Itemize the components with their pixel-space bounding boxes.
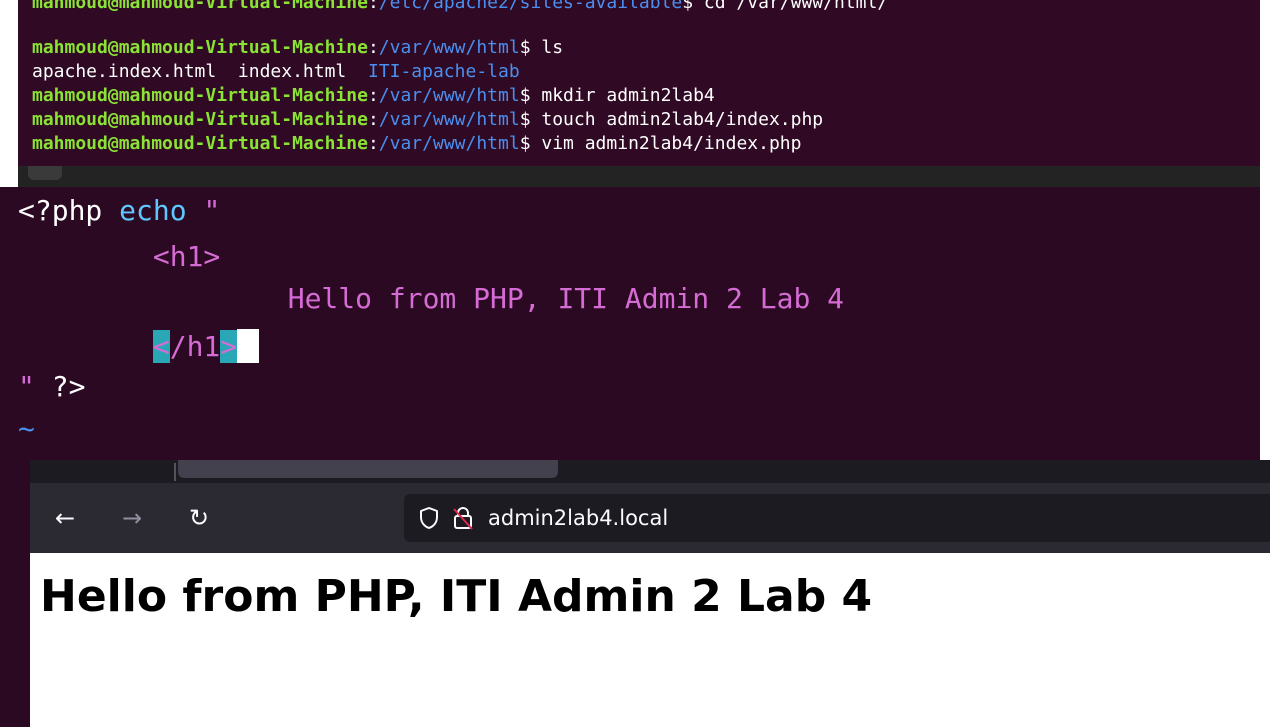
string-quote: ": [18, 370, 35, 403]
back-arrow-icon: ←: [54, 504, 76, 532]
php-echo-keyword: echo: [119, 194, 187, 227]
reload-button[interactable]: ↻: [184, 503, 214, 533]
prompt-user: mahmoud@mahmoud-Virtual-Machine: [32, 37, 368, 58]
vim-line-2: <h1>: [18, 235, 220, 279]
tab-separator: [174, 463, 176, 481]
string-quote: ": [186, 194, 221, 227]
background-glyph: [2, 626, 10, 648]
command-text: vim admin2lab4/index.php: [541, 133, 802, 154]
vim-line-6: ~: [18, 407, 35, 451]
prompt-dollar: $: [519, 109, 542, 130]
page-content: Hello from PHP, ITI Admin 2 Lab 4: [30, 553, 1270, 727]
command-text: mkdir admin2lab4: [541, 85, 715, 106]
prompt-dollar: $: [519, 85, 542, 106]
browser-window: ← → ↻ admin2lab4.local Hello from PHP, I…: [30, 460, 1270, 727]
prompt-path: /var/www/html: [378, 85, 520, 106]
h1-close-tag: /h1: [169, 330, 221, 363]
vim-line-3: Hello from PHP, ITI Admin 2 Lab 4: [18, 277, 844, 321]
shield-icon[interactable]: [418, 506, 440, 534]
prompt-colon: :: [367, 0, 379, 13]
window-title-strip: [18, 166, 1260, 187]
vim-line-4: </h1>: [18, 325, 260, 369]
prompt-dollar: $: [682, 0, 704, 13]
prompt-path: /var/www/html: [378, 109, 520, 130]
terminal-window: mahmoud@mahmoud-Virtual-Machine:/etc/apa…: [18, 0, 1260, 166]
prompt-colon: :: [367, 109, 379, 130]
prompt-path: /var/www/html: [378, 37, 520, 58]
terminal-line: mahmoud@mahmoud-Virtual-Machine:/etc/apa…: [32, 0, 888, 14]
php-close-tag: ?>: [34, 370, 86, 403]
h1-open-tag: <h1>: [152, 240, 221, 273]
terminal-line: mahmoud@mahmoud-Virtual-Machine:/var/www…: [32, 109, 823, 131]
command-text: cd /var/www/html/: [703, 0, 889, 13]
background-window-edge: [0, 460, 30, 727]
bracket-match-gt: >: [220, 330, 238, 363]
prompt-user: mahmoud@mahmoud-Virtual-Machine: [32, 109, 368, 130]
vim-line-5: " ?>: [18, 365, 85, 409]
text-cursor: [237, 329, 260, 363]
bracket-match-lt: <: [152, 330, 170, 363]
prompt-user: mahmoud@mahmoud-Virtual-Machine: [32, 85, 368, 106]
tab-strip: [30, 460, 1270, 483]
ls-output-files: apache.index.html index.html: [32, 61, 368, 82]
empty-line-tilde: ~: [18, 412, 35, 445]
prompt-dollar: $: [519, 37, 542, 58]
prompt-colon: :: [367, 85, 379, 106]
prompt-user: mahmoud@mahmoud-Virtual-Machine: [32, 0, 368, 13]
page-heading: Hello from PHP, ITI Admin 2 Lab 4: [40, 571, 873, 622]
vim-editor[interactable]: <?php echo " <h1> Hello from PHP, ITI Ad…: [0, 187, 1260, 460]
url-bar[interactable]: admin2lab4.local: [404, 494, 1270, 542]
command-text: touch admin2lab4/index.php: [541, 109, 824, 130]
vim-line-1: <?php echo ": [18, 189, 220, 233]
prompt-dollar: $: [519, 133, 542, 154]
reload-icon: ↻: [188, 504, 210, 532]
insecure-lock-icon[interactable]: [450, 505, 476, 535]
back-button[interactable]: ←: [50, 503, 80, 533]
php-open-tag: <?php: [18, 194, 120, 227]
terminal-line: mahmoud@mahmoud-Virtual-Machine:/var/www…: [32, 133, 801, 155]
tab-active[interactable]: [178, 460, 558, 478]
forward-arrow-icon: →: [121, 504, 143, 532]
command-text: ls: [541, 37, 564, 58]
terminal-line: apache.index.html index.html ITI-apache-…: [32, 61, 520, 83]
prompt-path: /var/www/html: [378, 133, 520, 154]
prompt-user: mahmoud@mahmoud-Virtual-Machine: [32, 133, 368, 154]
prompt-path: /etc/apache2/sites-available: [378, 0, 683, 13]
prompt-colon: :: [367, 133, 379, 154]
prompt-colon: :: [367, 37, 379, 58]
heading-text: Hello from PHP, ITI Admin 2 Lab 4: [287, 282, 845, 315]
forward-button[interactable]: →: [117, 503, 147, 533]
window-tab[interactable]: [28, 166, 62, 180]
navigation-toolbar: ← → ↻ admin2lab4.local: [30, 483, 1270, 553]
ls-output-dir: ITI-apache-lab: [367, 61, 520, 82]
terminal-line: mahmoud@mahmoud-Virtual-Machine:/var/www…: [32, 37, 563, 59]
terminal-line: mahmoud@mahmoud-Virtual-Machine:/var/www…: [32, 85, 715, 107]
url-text[interactable]: admin2lab4.local: [488, 494, 668, 542]
